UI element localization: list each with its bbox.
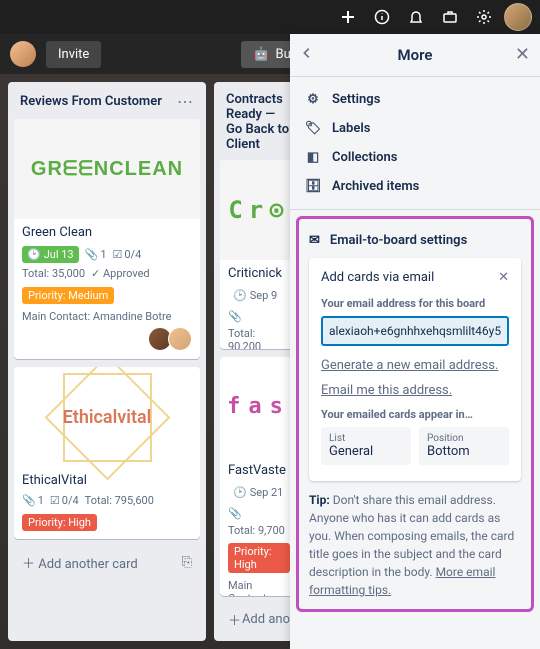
collection-icon: ◧ [304,150,322,165]
due-date-badge: 🕑 Sep 9 [228,287,282,304]
back-icon[interactable] [300,46,314,60]
attachment-badge: 📎 1 [85,248,107,261]
checklist-badge: ☑ 0/4 [113,248,142,261]
board-email-input[interactable] [321,316,509,346]
attachment-badge: 📎 1 [22,494,44,507]
top-toolbar [0,0,540,34]
generate-email-link[interactable]: Generate a new email address. [321,358,509,373]
template-icon[interactable]: ⎘ [182,555,192,570]
position-selector[interactable]: Position Bottom [419,427,509,465]
contact-field: Main Contact: Amandine Botre [22,310,171,323]
approved-field: ✓ Approved [91,267,150,280]
list-menu-icon[interactable]: ⋯ [177,92,194,111]
total-field: Total: 35,000 [22,267,85,280]
list-selector[interactable]: List General [321,427,411,465]
menu-collections[interactable]: ◧Collections [300,143,530,172]
email-me-link[interactable]: Email me this address. [321,383,509,398]
email-address-label: Your email address for this board [321,297,509,310]
priority-badge: Priority: High [22,514,97,531]
menu-archived[interactable]: 🗄Archived items [300,172,530,201]
close-icon[interactable]: ✕ [515,44,530,65]
checklist-badge: ☑ 0/4 [50,494,79,507]
card-title: FastVaste [228,463,290,478]
contact-field: Main Contact [228,579,290,596]
attachment-badge: 📎 [228,507,242,520]
tip-text: Tip: Don't share this email address. Any… [309,491,521,609]
email-to-board-heading[interactable]: ✉Email-to-board settings [309,229,521,258]
priority-badge: Priority: High [228,543,290,573]
add-card-button[interactable]: ＋ Add ano [220,604,298,635]
card-ethicalvital[interactable]: Ethicalvital EthicalVital 📎 1 ☑ 0/4 Tota… [14,367,200,539]
close-icon[interactable]: ✕ [498,270,509,285]
add-card-button[interactable]: ＋ Add another card ⎘ [14,547,200,578]
total-field: Total: 90,200 [228,327,290,349]
archive-icon: 🗄 [304,179,322,194]
plus-icon[interactable] [334,3,362,31]
list-title[interactable]: Contracts Ready — Go Back to Client [226,92,292,152]
gear-icon[interactable] [470,3,498,31]
attachment-badge: 📎 [228,310,242,323]
list-title[interactable]: Reviews From Customer [20,94,162,109]
briefcase-icon[interactable] [436,3,464,31]
list-reviews: Reviews From Customer ⋯ GRᗴᗴNCLEAN Green… [8,82,206,641]
mail-icon: ✉ [309,233,320,248]
panel-title: More [398,46,433,64]
total-field: Total: 9,700 [228,524,285,537]
due-date-badge: 🕑 Jul 13 [22,246,79,263]
card-fastvaste[interactable]: fas FastVaste 🕑 Sep 21 📎 Total: 9,700 Pr… [220,357,298,596]
email-to-board-highlight: ✉Email-to-board settings Add cards via e… [296,216,534,612]
priority-badge: Priority: Medium [22,287,114,304]
card-cover: GRᗴᗴNCLEAN [14,119,200,219]
invite-button[interactable]: Invite [46,41,101,68]
due-date-badge: 🕑 Sep 21 [228,484,288,501]
card-title: Green Clean [22,225,192,240]
member-avatar[interactable] [168,327,192,351]
tag-icon: 🏷 [304,121,322,136]
card-cover: fas [220,357,298,457]
card-cover: Cr⊙ [220,160,298,260]
card-green-clean[interactable]: GRᗴᗴNCLEAN Green Clean 🕑 Jul 13 📎 1 ☑ 0/… [14,119,200,359]
more-menu-panel: More ✕ ⚙Settings 🏷Labels ◧Collections 🗄A… [290,34,540,649]
bell-icon[interactable] [402,3,430,31]
board-member-avatar[interactable] [10,41,36,67]
email-card-title: Add cards via email [321,270,434,285]
total-field: Total: 795,600 [85,494,154,507]
card-cover: Ethicalvital [14,367,200,467]
gear-icon: ⚙ [304,92,322,107]
appear-in-label: Your emailed cards appear in… [321,408,509,421]
email-settings-card: Add cards via email ✕ Your email address… [309,258,521,481]
info-icon[interactable] [368,3,396,31]
menu-settings[interactable]: ⚙Settings [300,85,530,114]
menu-labels[interactable]: 🏷Labels [300,114,530,143]
card-title: Criticnick [228,266,290,281]
card-criticnick[interactable]: Cr⊙ Criticnick 🕑 Sep 9 📎 Total: 90,200 [220,160,298,349]
user-avatar[interactable] [504,3,532,31]
